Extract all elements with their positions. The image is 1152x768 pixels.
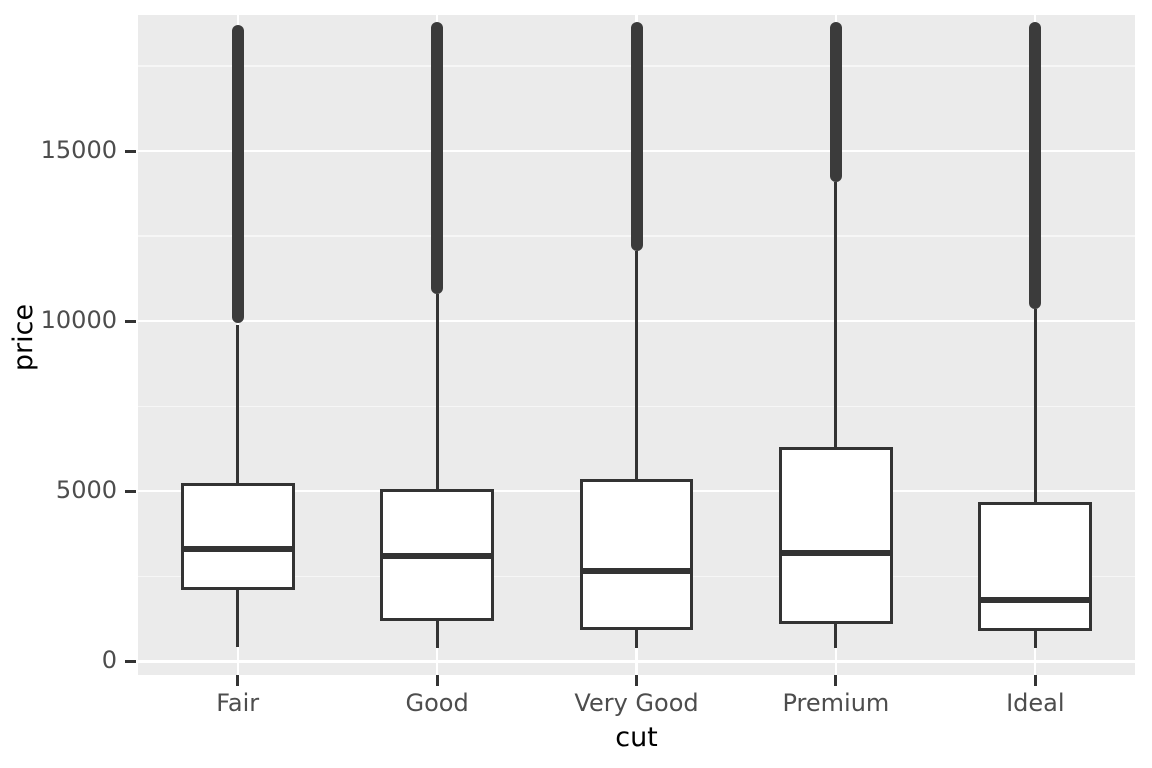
boxplot-outliers <box>630 21 643 252</box>
boxplot-median <box>779 550 893 557</box>
boxplot-box <box>779 447 893 624</box>
x-tick-mark <box>435 675 439 686</box>
x-tick-label-premium: Premium <box>782 689 890 717</box>
boxplot-outliers <box>231 25 244 323</box>
x-tick-mark <box>236 675 240 686</box>
boxplot-outliers <box>431 21 444 294</box>
boxplot-median <box>380 553 494 560</box>
x-tick-mark <box>834 675 838 686</box>
x-tick-label-ideal: Ideal <box>1006 689 1065 717</box>
x-axis-title: cut <box>615 722 658 753</box>
y-tick-label: 5000 <box>55 476 117 505</box>
boxplot-box <box>978 502 1093 632</box>
y-axis-title: price <box>0 0 48 675</box>
y-tick-label: 0 <box>101 646 117 675</box>
y-tick-mark <box>125 489 136 493</box>
boxplot-box <box>579 478 694 631</box>
boxplot-median <box>180 546 295 553</box>
boxplot-median <box>579 568 694 575</box>
x-tick-label-very-good: Very Good <box>574 689 699 717</box>
y-tick-mark <box>125 659 136 663</box>
boxplot-chart: price 0 5000 10000 15000 Fair Good Very Good Pr… <box>0 0 1152 768</box>
y-tick-mark <box>125 149 136 153</box>
plot-panel <box>138 15 1135 675</box>
y-tick-label: 15000 <box>40 136 117 165</box>
y-axis-title-label: price <box>8 303 40 372</box>
x-tick-label-good: Good <box>405 689 469 717</box>
x-tick-mark <box>1033 675 1037 686</box>
boxplot-median <box>978 596 1093 603</box>
boxplot-box <box>180 482 295 590</box>
boxplot-outliers <box>1029 21 1042 310</box>
boxplot-outliers <box>829 21 842 182</box>
y-tick-label: 10000 <box>40 306 117 335</box>
x-tick-mark <box>635 675 638 686</box>
x-tick-label-fair: Fair <box>216 689 260 717</box>
y-tick-mark <box>125 319 136 323</box>
